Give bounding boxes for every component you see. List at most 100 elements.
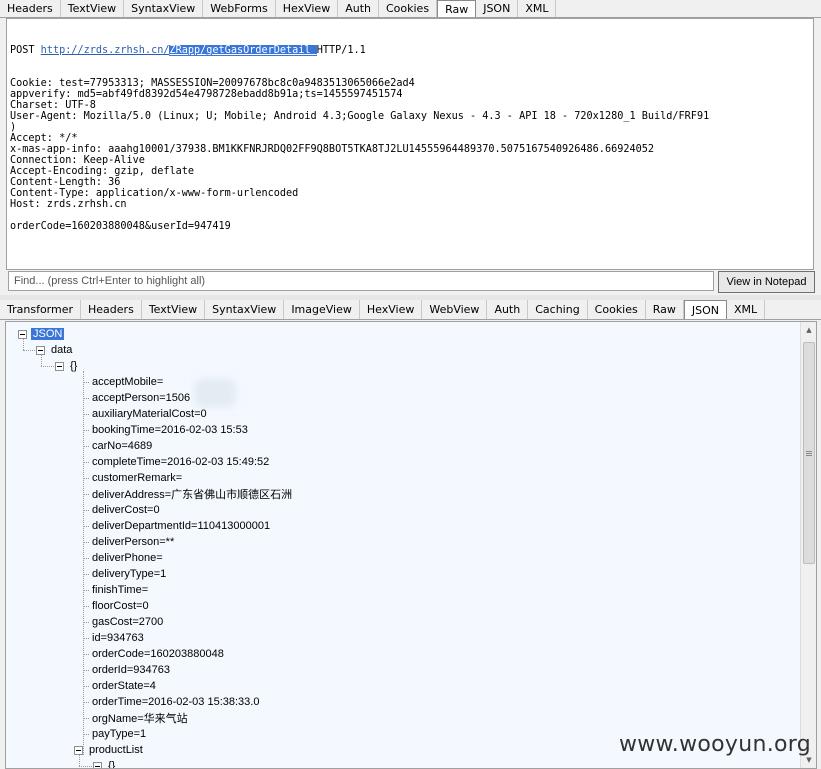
tree-field[interactable]: deliverPhone= (90, 550, 165, 566)
response-tab-headers[interactable]: Headers (81, 300, 142, 319)
tree-field[interactable]: carNo=4689 (90, 438, 154, 454)
response-tab-transformer[interactable]: Transformer (0, 300, 82, 319)
view-in-notepad-button[interactable]: View in Notepad (718, 271, 815, 293)
response-tab-syntaxview[interactable]: SyntaxView (205, 300, 285, 319)
json-tree-pane[interactable]: JSON data {} acceptMobile= acceptPerson=1506… (5, 321, 817, 769)
response-tab-cookies[interactable]: Cookies (588, 300, 646, 319)
tree-field[interactable]: orderTime=2016-02-03 15:38:33.0 (90, 694, 261, 710)
tree-field[interactable]: customerRemark= (90, 470, 184, 486)
tree-node-label: orderTime=2016-02-03 15:38:33.0 (92, 696, 260, 708)
tree-connector (79, 766, 92, 767)
collapse-toggle-icon[interactable] (74, 745, 83, 755)
json-tree: JSON data {} acceptMobile= acceptPerson=1506… (6, 322, 800, 768)
tree-field[interactable]: deliverPerson=** (90, 534, 176, 550)
tree-field[interactable]: acceptMobile= (90, 374, 165, 390)
response-tab-textview[interactable]: TextView (142, 300, 206, 319)
tree-connector (83, 398, 89, 399)
find-input[interactable] (8, 271, 714, 291)
tree-node-label: gasCost=2700 (92, 616, 164, 628)
tree-field[interactable]: auxiliaryMaterialCost=0 (90, 406, 209, 422)
tree-field[interactable]: orgName=华来气站 (90, 710, 190, 726)
response-tab-imageview[interactable]: ImageView (284, 300, 360, 319)
tree-node-label: JSON (31, 328, 65, 340)
tree-field[interactable]: finishTime= (90, 582, 150, 598)
request-tab-headers[interactable]: Headers (0, 0, 61, 17)
collapse-toggle-icon[interactable] (36, 345, 45, 355)
raw-line: Accept-Encoding: gzip, deflate (10, 166, 195, 177)
response-tab-caching[interactable]: Caching (528, 300, 588, 319)
request-tabbar: Headers TextView SyntaxView WebForms HexView… (0, 0, 821, 18)
tree-node-label: productList (89, 744, 143, 756)
tree-node-label: id=934763 (92, 632, 144, 644)
tree-connector (83, 670, 89, 671)
tree-node-label: orderState=4 (92, 680, 156, 692)
request-tab-cookies[interactable]: Cookies (379, 0, 438, 17)
tree-connector (83, 430, 89, 431)
tree-node-object[interactable]: {} (55, 358, 79, 374)
collapse-toggle-icon[interactable] (18, 329, 27, 339)
tree-node-product-object[interactable]: {} (93, 758, 117, 769)
tree-field[interactable]: orderState=4 (90, 678, 158, 694)
request-tab-auth[interactable]: Auth (338, 0, 379, 17)
scroll-thumb[interactable] (803, 342, 815, 564)
raw-request-pane[interactable]: POST http://zrds.zrhsh.cn/ZRapp/getGasOr… (6, 18, 814, 270)
request-tab-syntaxview[interactable]: SyntaxView (124, 0, 204, 17)
tree-connector (83, 526, 89, 527)
collapse-toggle-icon[interactable] (55, 361, 64, 371)
tree-connector (79, 755, 80, 766)
tree-node-label: customerRemark= (92, 472, 183, 484)
response-tabbar: Transformer Headers TextView SyntaxView Imag… (0, 300, 821, 320)
tree-connector (83, 574, 89, 575)
tree-node-label: {} (108, 760, 116, 769)
tree-node-label: deliverCost=0 (92, 504, 160, 516)
watermark: www.wooyun.org (618, 732, 811, 757)
tree-field[interactable]: payType=1 (90, 726, 148, 742)
request-tab-hexview[interactable]: HexView (276, 0, 339, 17)
tree-connector (41, 355, 42, 366)
tree-field[interactable]: deliverDepartmentId=110413000001 (90, 518, 272, 534)
raw-line: Host: zrds.zrhsh.cn (10, 199, 127, 210)
response-tab-hexview[interactable]: HexView (360, 300, 423, 319)
request-tab-json[interactable]: JSON (476, 0, 519, 17)
response-tab-json[interactable]: JSON (683, 300, 728, 319)
tree-field[interactable]: gasCost=2700 (90, 614, 165, 630)
tree-field[interactable]: orderCode=160203880048 (90, 646, 226, 662)
tree-node-root[interactable]: JSON (18, 326, 65, 342)
request-url-link[interactable]: http://zrds.zrhsh.cn/ (41, 45, 170, 56)
request-tab-raw[interactable]: Raw (437, 0, 477, 17)
tree-node-label: orderId=934763 (92, 664, 170, 676)
request-tab-xml[interactable]: XML (518, 0, 557, 17)
tree-connector (83, 542, 89, 543)
tree-node-product-list[interactable]: productList (74, 742, 145, 758)
request-tab-textview[interactable]: TextView (61, 0, 125, 17)
request-tab-webforms[interactable]: WebForms (203, 0, 276, 17)
request-url-selected[interactable]: ZRapp/getGasOrderDetail (169, 45, 317, 56)
tree-connector (83, 622, 89, 623)
tree-field[interactable]: deliverAddress=广东省佛山市顺德区石洲 (90, 486, 294, 502)
vertical-scrollbar[interactable]: ▲ ▼ (800, 322, 816, 768)
response-tab-xml[interactable]: XML (727, 300, 766, 319)
tree-node-label: data (51, 344, 73, 356)
tree-connector (83, 702, 89, 703)
tree-connector (83, 686, 89, 687)
tree-field[interactable]: deliveryType=1 (90, 566, 168, 582)
tree-field[interactable]: deliverCost=0 (90, 502, 162, 518)
tree-field[interactable]: completeTime=2016-02-03 15:49:52 (90, 454, 271, 470)
tree-field[interactable]: floorCost=0 (90, 598, 151, 614)
response-tab-raw[interactable]: Raw (646, 300, 684, 319)
response-tab-webview[interactable]: WebView (422, 300, 488, 319)
scroll-up-arrow-icon[interactable]: ▲ (801, 322, 816, 338)
response-tab-auth[interactable]: Auth (487, 300, 529, 319)
tree-field[interactable]: acceptPerson=1506 (90, 390, 192, 406)
find-bar: View in Notepad (8, 271, 815, 293)
request-protocol: HTTP/1.1 (316, 45, 366, 56)
raw-line: Content-Length: 36 (10, 177, 121, 188)
tree-field[interactable]: bookingTime=2016-02-03 15:53 (90, 422, 250, 438)
tree-field[interactable]: orderId=934763 (90, 662, 172, 678)
collapse-toggle-icon[interactable] (93, 761, 102, 768)
tree-field[interactable]: id=934763 (90, 630, 146, 646)
tree-connector (23, 339, 24, 350)
tree-connector (83, 462, 89, 463)
tree-node-label: floorCost=0 (92, 600, 149, 612)
raw-line: Connection: Keep-Alive (10, 155, 145, 166)
